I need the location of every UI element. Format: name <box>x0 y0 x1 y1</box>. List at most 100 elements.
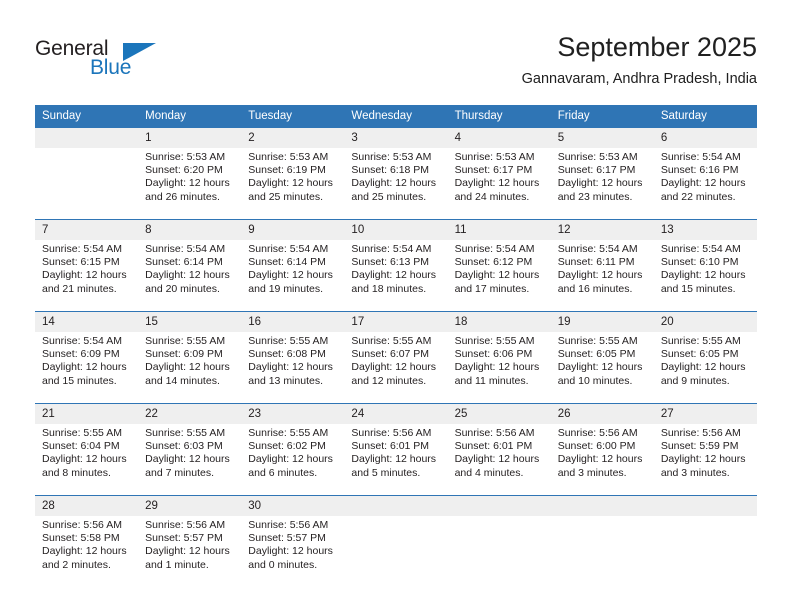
day-number[interactable]: 19 <box>550 312 654 332</box>
day-cell[interactable]: Sunrise: 5:55 AM Sunset: 6:08 PM Daylight:… <box>241 332 345 403</box>
day-number[interactable]: 13 <box>653 220 757 240</box>
day-number[interactable]: 23 <box>241 404 345 424</box>
day-cell[interactable]: Sunrise: 5:53 AM Sunset: 6:18 PM Daylight:… <box>344 148 448 219</box>
day-cell[interactable]: Sunrise: 5:54 AM Sunset: 6:10 PM Daylight:… <box>653 240 757 311</box>
day-daylight-text: Daylight: 12 hours <box>454 177 540 190</box>
day-daylight-text: Daylight: 12 hours <box>42 361 127 374</box>
day-sunrise-text: Sunrise: 5:54 AM <box>42 243 122 255</box>
day-sunrise-text: Sunrise: 5:55 AM <box>248 427 329 439</box>
day-number[interactable]: 15 <box>138 312 242 332</box>
day-cell[interactable]: Sunrise: 5:54 AM Sunset: 6:11 PM Daylight:… <box>550 240 654 311</box>
day-daylight-text: Daylight: 12 hours <box>145 177 230 190</box>
day-number[interactable]: 10 <box>344 220 448 240</box>
day-number[interactable]: 6 <box>653 128 757 148</box>
day-daylight-text: Daylight: 12 hours <box>248 177 333 190</box>
day-cell[interactable]: Sunrise: 5:55 AM Sunset: 6:03 PM Daylight:… <box>138 424 242 495</box>
day-sunset-text: Sunset: 6:04 PM <box>42 440 120 453</box>
day-number[interactable]: 9 <box>241 220 345 240</box>
day-number[interactable]: 18 <box>447 312 551 332</box>
day-cell[interactable]: Sunrise: 5:55 AM Sunset: 6:05 PM Daylight:… <box>653 332 757 403</box>
day-cell[interactable]: Sunrise: 5:56 AM Sunset: 5:58 PM Daylight:… <box>35 516 139 587</box>
day-daylight-text: Daylight: 12 hours <box>42 269 127 282</box>
day-sunset-text: Sunset: 6:14 PM <box>145 256 223 269</box>
calendar-body: 1 2 3 4 5 6 Sunrise: 5:53 AM Sunset: 6:20 PM Day… <box>35 128 757 587</box>
day-cell[interactable]: Sunrise: 5:54 AM Sunset: 6:13 PM Daylight:… <box>344 240 448 311</box>
day-number[interactable]: 29 <box>138 496 242 516</box>
day-number[interactable]: 17 <box>344 312 448 332</box>
day-number[interactable]: 16 <box>241 312 345 332</box>
day-sunset-text: Sunset: 6:15 PM <box>42 256 120 269</box>
day-number[interactable]: 20 <box>653 312 757 332</box>
location-subtitle: Gannavaram, Andhra Pradesh, India <box>521 71 757 87</box>
day-cell[interactable]: Sunrise: 5:56 AM Sunset: 6:00 PM Daylight:… <box>550 424 654 495</box>
calendar-header-row: Sunday Monday Tuesday Wednesday Thursday… <box>35 105 757 128</box>
day-cell[interactable]: Sunrise: 5:54 AM Sunset: 6:12 PM Daylight:… <box>447 240 551 311</box>
day-number[interactable]: 1 <box>138 128 242 148</box>
day-daylight-text: and 15 minutes. <box>42 374 117 387</box>
day-cell[interactable]: Sunrise: 5:56 AM Sunset: 5:59 PM Daylight:… <box>653 424 757 495</box>
day-number[interactable]: 30 <box>241 496 345 516</box>
day-daylight-text: and 18 minutes. <box>351 282 427 295</box>
weekday-header-monday: Monday <box>138 105 242 128</box>
day-number[interactable]: 8 <box>138 220 242 240</box>
day-cell[interactable]: Sunrise: 5:54 AM Sunset: 6:09 PM Daylight:… <box>35 332 139 403</box>
day-sunset-text: Sunset: 6:05 PM <box>557 348 636 361</box>
day-cell[interactable]: Sunrise: 5:54 AM Sunset: 6:15 PM Daylight:… <box>35 240 139 311</box>
day-cell[interactable]: Sunrise: 5:56 AM Sunset: 5:57 PM Daylight:… <box>138 516 242 587</box>
day-cell[interactable]: Sunrise: 5:56 AM Sunset: 6:01 PM Daylight:… <box>447 424 551 495</box>
day-sunset-text: Sunset: 5:59 PM <box>660 440 739 453</box>
day-daylight-text: and 15 minutes. <box>660 282 736 295</box>
day-cell[interactable]: Sunrise: 5:55 AM Sunset: 6:07 PM Daylight:… <box>344 332 448 403</box>
day-cell[interactable]: Sunrise: 5:53 AM Sunset: 6:19 PM Daylight:… <box>241 148 345 219</box>
day-cell[interactable]: Sunrise: 5:55 AM Sunset: 6:06 PM Daylight:… <box>447 332 551 403</box>
day-number[interactable]: 3 <box>344 128 448 148</box>
day-number[interactable]: 21 <box>35 404 139 424</box>
calendar-page: General Blue September 2025 Gannavaram, … <box>0 0 792 612</box>
day-cell[interactable]: Sunrise: 5:54 AM Sunset: 6:14 PM Daylight:… <box>138 240 242 311</box>
day-sunset-text: Sunset: 6:09 PM <box>145 348 223 361</box>
day-number[interactable]: 14 <box>35 312 139 332</box>
day-number-empty <box>344 496 448 516</box>
day-daylight-text: Daylight: 12 hours <box>660 361 746 374</box>
day-number[interactable]: 22 <box>138 404 242 424</box>
day-cell[interactable]: Sunrise: 5:53 AM Sunset: 6:17 PM Daylight:… <box>447 148 551 219</box>
day-daylight-text: and 6 minutes. <box>248 466 318 479</box>
day-number[interactable]: 7 <box>35 220 139 240</box>
weekday-header-tuesday: Tuesday <box>241 105 345 128</box>
day-cell-empty <box>550 516 654 587</box>
day-cell[interactable]: Sunrise: 5:55 AM Sunset: 6:05 PM Daylight:… <box>550 332 654 403</box>
day-cell[interactable]: Sunrise: 5:53 AM Sunset: 6:20 PM Daylight:… <box>138 148 242 219</box>
day-number[interactable]: 24 <box>344 404 448 424</box>
day-sunset-text: Sunset: 6:16 PM <box>660 164 739 177</box>
day-cell[interactable]: Sunrise: 5:55 AM Sunset: 6:04 PM Daylight:… <box>35 424 139 495</box>
day-number[interactable]: 28 <box>35 496 139 516</box>
page-header: General Blue September 2025 Gannavaram, … <box>35 30 757 92</box>
weekday-header-sunday: Sunday <box>35 105 139 128</box>
day-number[interactable]: 25 <box>447 404 551 424</box>
day-daylight-text: and 5 minutes. <box>351 466 421 479</box>
day-number[interactable]: 4 <box>447 128 551 148</box>
general-blue-logo: General Blue <box>35 37 165 85</box>
day-sunrise-text: Sunrise: 5:55 AM <box>248 335 329 347</box>
day-cell[interactable]: Sunrise: 5:54 AM Sunset: 6:16 PM Daylight:… <box>653 148 757 219</box>
day-number[interactable]: 12 <box>550 220 654 240</box>
day-cell[interactable]: Sunrise: 5:56 AM Sunset: 5:57 PM Daylight:… <box>241 516 345 587</box>
day-cell[interactable]: Sunrise: 5:54 AM Sunset: 6:14 PM Daylight:… <box>241 240 345 311</box>
day-sunset-text: Sunset: 5:57 PM <box>145 532 223 545</box>
day-cell[interactable]: Sunrise: 5:56 AM Sunset: 6:01 PM Daylight:… <box>344 424 448 495</box>
day-cell[interactable]: Sunrise: 5:55 AM Sunset: 6:09 PM Daylight:… <box>138 332 242 403</box>
day-number[interactable]: 5 <box>550 128 654 148</box>
day-cell[interactable]: Sunrise: 5:55 AM Sunset: 6:02 PM Daylight:… <box>241 424 345 495</box>
day-daylight-text: Daylight: 12 hours <box>145 361 230 374</box>
day-cell[interactable]: Sunrise: 5:53 AM Sunset: 6:17 PM Daylight:… <box>550 148 654 219</box>
week-detail-row: Sunrise: 5:54 AM Sunset: 6:09 PM Daylight:… <box>35 332 757 403</box>
day-number-empty <box>447 496 551 516</box>
day-sunrise-text: Sunrise: 5:53 AM <box>248 151 329 163</box>
day-number[interactable]: 27 <box>653 404 757 424</box>
day-number[interactable]: 11 <box>447 220 551 240</box>
day-number[interactable]: 2 <box>241 128 345 148</box>
day-daylight-text: Daylight: 12 hours <box>660 269 746 282</box>
day-sunset-text: Sunset: 6:01 PM <box>454 440 533 453</box>
day-number[interactable]: 26 <box>550 404 654 424</box>
day-sunrise-text: Sunrise: 5:54 AM <box>660 151 741 163</box>
